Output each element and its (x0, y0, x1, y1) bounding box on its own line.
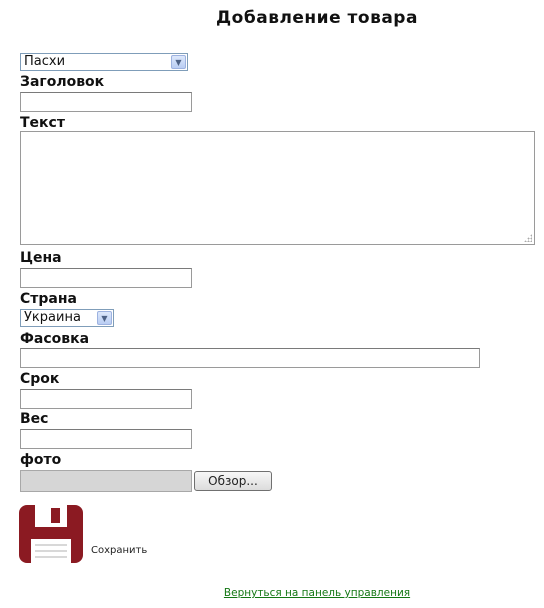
price-label: Цена (20, 250, 62, 266)
packing-label: Фасовка (20, 331, 90, 347)
page-title: Добавление товара (216, 8, 418, 28)
country-select[interactable]: Украина ▼ (20, 309, 114, 327)
country-label: Страна (20, 291, 77, 307)
heading-input[interactable] (20, 92, 192, 112)
category-select[interactable]: Пасхи ▼ (20, 53, 188, 71)
chevron-down-icon[interactable]: ▼ (97, 311, 112, 325)
browse-button[interactable]: Обзор... (194, 471, 272, 491)
photo-file-path[interactable] (20, 470, 192, 492)
resize-grip-icon[interactable] (524, 234, 532, 242)
text-label: Текст (20, 115, 65, 131)
heading-label: Заголовок (20, 74, 105, 90)
category-select-value: Пасхи (24, 54, 66, 69)
price-input[interactable] (20, 268, 192, 288)
term-input[interactable] (20, 389, 192, 409)
packing-input[interactable] (20, 348, 480, 368)
back-to-dashboard-link[interactable]: Вернуться на панель управления (0, 587, 544, 599)
weight-input[interactable] (20, 429, 192, 449)
text-textarea[interactable] (20, 131, 535, 245)
floppy-disk-icon[interactable] (19, 505, 83, 563)
term-label: Срок (20, 371, 60, 387)
country-select-value: Украина (24, 310, 81, 325)
chevron-down-icon[interactable]: ▼ (171, 55, 186, 69)
photo-label: фото (20, 452, 62, 468)
save-button[interactable]: Сохранить (91, 545, 147, 556)
weight-label: Вес (20, 411, 49, 427)
